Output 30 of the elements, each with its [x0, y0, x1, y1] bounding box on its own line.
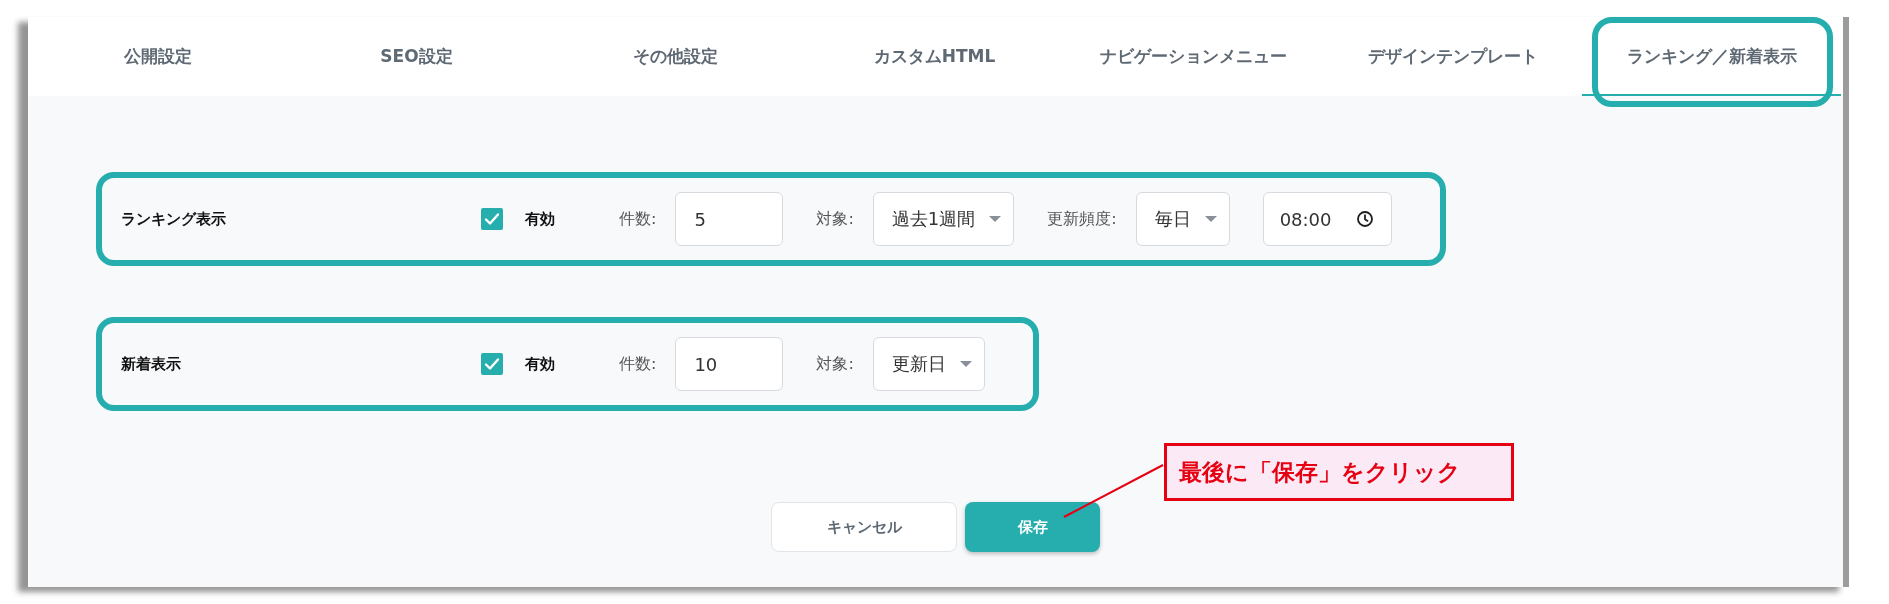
field-label: 対象: — [816, 353, 854, 375]
checkbox-label: 有効 — [525, 354, 555, 374]
time-input[interactable]: 08:00 — [1262, 192, 1392, 246]
tab[interactable]: デザインテンプレート — [1323, 17, 1582, 96]
checkbox-label: 有効 — [525, 209, 555, 229]
tab[interactable]: SEO設定 — [287, 17, 546, 96]
number-input[interactable]: 10 — [675, 337, 784, 391]
checkbox[interactable] — [481, 353, 503, 375]
dropdown[interactable]: 更新日 — [872, 337, 985, 391]
field-label: 件数: — [619, 208, 657, 230]
field-label: 件数: — [619, 353, 657, 375]
tab[interactable]: ナビゲーションメニュー — [1064, 17, 1323, 96]
tab[interactable]: カスタムHTML — [805, 17, 1064, 96]
checkbox[interactable] — [481, 208, 503, 230]
cancel-button[interactable]: キャンセル — [771, 502, 957, 552]
tab[interactable]: ランキング／新着表示 — [1582, 17, 1841, 96]
field-label: 対象: — [816, 208, 854, 230]
dropdown[interactable]: 過去1週間 — [872, 192, 1015, 246]
setting-title: ランキング表示 — [121, 210, 226, 228]
caret-icon — [1204, 216, 1217, 222]
tab[interactable]: 公開設定 — [28, 17, 287, 96]
clock-icon[interactable] — [1356, 211, 1373, 227]
dropdown[interactable]: 毎日 — [1135, 192, 1230, 246]
callout-note: 最後に「保存」をクリック — [1164, 443, 1514, 501]
caret-icon — [989, 216, 1002, 222]
field-label: 更新頻度: — [1047, 208, 1117, 230]
setting-title: 新着表示 — [121, 355, 181, 373]
tab[interactable]: その他設定 — [546, 17, 805, 96]
caret-icon — [959, 361, 972, 367]
number-input[interactable]: 5 — [675, 192, 784, 246]
